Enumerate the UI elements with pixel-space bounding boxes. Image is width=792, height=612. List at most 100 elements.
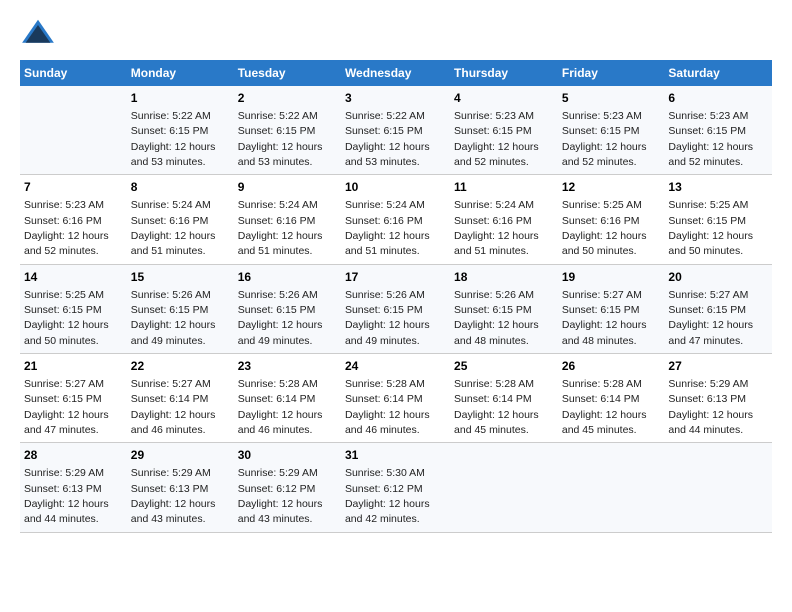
calendar-cell <box>664 443 772 532</box>
sunset-text: Sunset: 6:15 PM <box>238 125 316 137</box>
col-header-saturday: Saturday <box>664 60 772 86</box>
sunset-text: Sunset: 6:15 PM <box>562 125 640 137</box>
col-header-tuesday: Tuesday <box>234 60 341 86</box>
day-number: 10 <box>345 179 446 196</box>
day-number: 17 <box>345 269 446 286</box>
calendar-cell: 12Sunrise: 5:25 AMSunset: 6:16 PMDayligh… <box>558 175 665 264</box>
calendar-cell: 3Sunrise: 5:22 AMSunset: 6:15 PMDaylight… <box>341 86 450 175</box>
calendar-cell: 14Sunrise: 5:25 AMSunset: 6:15 PMDayligh… <box>20 264 127 353</box>
sunrise-text: Sunrise: 5:30 AM <box>345 467 425 479</box>
day-number: 30 <box>238 447 337 464</box>
sunrise-text: Sunrise: 5:28 AM <box>454 378 534 390</box>
calendar-cell: 11 Sunrise: 5:24 AM Sunset: 6:16 PM Dayligh… <box>450 175 558 264</box>
sunrise-text: Sunrise: 5:25 AM <box>24 289 104 301</box>
daylight-text: Daylight: 12 hours and 52 minutes. <box>454 141 539 168</box>
calendar-cell <box>20 86 127 175</box>
logo-icon <box>20 18 56 48</box>
daylight-text: Daylight: 12 hours and 43 minutes. <box>131 498 216 525</box>
week-row-0: 1Sunrise: 5:22 AMSunset: 6:15 PMDaylight… <box>20 86 772 175</box>
col-header-sunday: Sunday <box>20 60 127 86</box>
sunrise-text: Sunrise: 5:24 AM <box>238 199 318 211</box>
sunrise-text: Sunrise: 5:27 AM <box>131 378 211 390</box>
week-row-1: 7 Sunrise: 5:23 AM Sunset: 6:16 PM Daylight… <box>20 175 772 264</box>
sunrise-text: Sunrise: 5:23 AM <box>24 199 104 211</box>
daylight-text: Daylight: 12 hours and 52 minutes. <box>668 141 753 168</box>
sunset-text: Sunset: 6:15 PM <box>668 125 746 137</box>
sunset-text: Sunset: 6:16 PM <box>454 215 532 227</box>
day-number: 11 <box>454 179 554 196</box>
sunset-text: Sunset: 6:16 PM <box>562 215 640 227</box>
sunset-text: Sunset: 6:14 PM <box>238 393 316 405</box>
sunset-text: Sunset: 6:16 PM <box>131 215 209 227</box>
calendar-cell: 28 Sunrise: 5:29 AM Sunset: 6:13 PM Dayligh… <box>20 443 127 532</box>
daylight-text: Daylight: 12 hours and 50 minutes. <box>562 230 647 257</box>
col-header-monday: Monday <box>127 60 234 86</box>
sunset-text: Sunset: 6:13 PM <box>24 483 102 495</box>
sunset-text: Sunset: 6:15 PM <box>238 304 316 316</box>
calendar-cell: 31Sunrise: 5:30 AMSunset: 6:12 PMDayligh… <box>341 443 450 532</box>
calendar-cell: 25Sunrise: 5:28 AMSunset: 6:14 PMDayligh… <box>450 354 558 443</box>
day-number: 16 <box>238 269 337 286</box>
calendar-cell: 21Sunrise: 5:27 AMSunset: 6:15 PMDayligh… <box>20 354 127 443</box>
sunrise-text: Sunrise: 5:29 AM <box>668 378 748 390</box>
sunset-text: Sunset: 6:13 PM <box>131 483 209 495</box>
sunset-text: Sunset: 6:15 PM <box>24 393 102 405</box>
sunrise-text: Sunrise: 5:24 AM <box>454 199 534 211</box>
sunset-text: Sunset: 6:15 PM <box>668 215 746 227</box>
calendar-cell: 8Sunrise: 5:24 AMSunset: 6:16 PMDaylight… <box>127 175 234 264</box>
daylight-text: Daylight: 12 hours and 46 minutes. <box>131 409 216 436</box>
day-number: 7 <box>24 179 123 196</box>
daylight-text: Daylight: 12 hours and 51 minutes. <box>454 230 539 257</box>
sunrise-text: Sunrise: 5:23 AM <box>454 110 534 122</box>
sunrise-text: Sunrise: 5:23 AM <box>668 110 748 122</box>
calendar-cell: 30Sunrise: 5:29 AMSunset: 6:12 PMDayligh… <box>234 443 341 532</box>
col-header-wednesday: Wednesday <box>341 60 450 86</box>
week-row-2: 14Sunrise: 5:25 AMSunset: 6:15 PMDayligh… <box>20 264 772 353</box>
day-number: 5 <box>562 90 661 107</box>
calendar-cell: 17Sunrise: 5:26 AMSunset: 6:15 PMDayligh… <box>341 264 450 353</box>
sunrise-text: Sunrise: 5:28 AM <box>345 378 425 390</box>
week-row-3: 21Sunrise: 5:27 AMSunset: 6:15 PMDayligh… <box>20 354 772 443</box>
daylight-text: Daylight: 12 hours and 44 minutes. <box>24 498 109 525</box>
week-row-4: 28 Sunrise: 5:29 AM Sunset: 6:13 PM Dayligh… <box>20 443 772 532</box>
day-number: 31 <box>345 447 446 464</box>
sunset-text: Sunset: 6:14 PM <box>562 393 640 405</box>
day-number: 28 <box>24 447 123 464</box>
sunset-text: Sunset: 6:15 PM <box>562 304 640 316</box>
daylight-text: Daylight: 12 hours and 42 minutes. <box>345 498 430 525</box>
day-number: 20 <box>668 269 768 286</box>
daylight-text: Daylight: 12 hours and 43 minutes. <box>238 498 323 525</box>
calendar-cell: 1Sunrise: 5:22 AMSunset: 6:15 PMDaylight… <box>127 86 234 175</box>
day-number: 12 <box>562 179 661 196</box>
calendar-cell: 24Sunrise: 5:28 AMSunset: 6:14 PMDayligh… <box>341 354 450 443</box>
header <box>20 18 772 48</box>
daylight-text: Daylight: 12 hours and 46 minutes. <box>238 409 323 436</box>
calendar-cell: 4Sunrise: 5:23 AMSunset: 6:15 PMDaylight… <box>450 86 558 175</box>
daylight-text: Daylight: 12 hours and 53 minutes. <box>131 141 216 168</box>
calendar-cell: 20Sunrise: 5:27 AMSunset: 6:15 PMDayligh… <box>664 264 772 353</box>
sunrise-text: Sunrise: 5:22 AM <box>238 110 318 122</box>
sunset-text: Sunset: 6:16 PM <box>238 215 316 227</box>
daylight-text: Daylight: 12 hours and 50 minutes. <box>24 319 109 346</box>
day-number: 24 <box>345 358 446 375</box>
daylight-text: Daylight: 12 hours and 52 minutes. <box>562 141 647 168</box>
col-header-friday: Friday <box>558 60 665 86</box>
calendar-cell: 27Sunrise: 5:29 AMSunset: 6:13 PMDayligh… <box>664 354 772 443</box>
sunrise-text: Sunrise: 5:29 AM <box>24 467 104 479</box>
page: SundayMondayTuesdayWednesdayThursdayFrid… <box>0 0 792 543</box>
calendar-cell: 26Sunrise: 5:28 AMSunset: 6:14 PMDayligh… <box>558 354 665 443</box>
calendar-cell: 22Sunrise: 5:27 AMSunset: 6:14 PMDayligh… <box>127 354 234 443</box>
calendar-cell: 10Sunrise: 5:24 AMSunset: 6:16 PMDayligh… <box>341 175 450 264</box>
day-number: 15 <box>131 269 230 286</box>
sunrise-text: Sunrise: 5:22 AM <box>131 110 211 122</box>
day-number: 8 <box>131 179 230 196</box>
sunrise-text: Sunrise: 5:26 AM <box>131 289 211 301</box>
daylight-text: Daylight: 12 hours and 47 minutes. <box>24 409 109 436</box>
sunrise-text: Sunrise: 5:26 AM <box>238 289 318 301</box>
day-number: 13 <box>668 179 768 196</box>
daylight-text: Daylight: 12 hours and 45 minutes. <box>454 409 539 436</box>
sunrise-text: Sunrise: 5:24 AM <box>345 199 425 211</box>
day-number: 23 <box>238 358 337 375</box>
day-number: 25 <box>454 358 554 375</box>
sunrise-text: Sunrise: 5:26 AM <box>454 289 534 301</box>
